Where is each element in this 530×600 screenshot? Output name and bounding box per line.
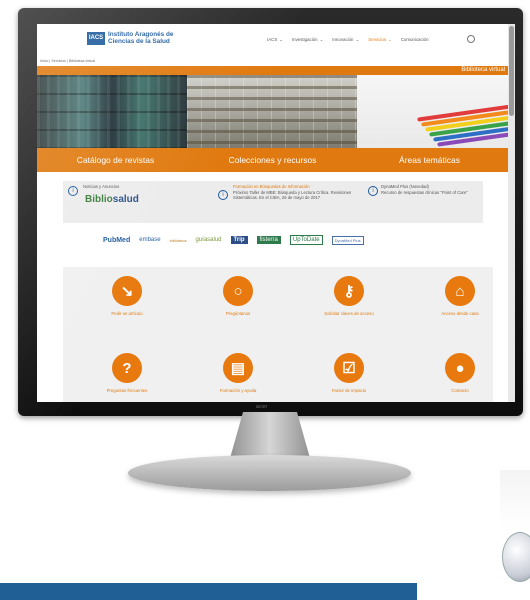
news-text: Recurso de respuestas clínicas "Point of… [381, 189, 468, 195]
news-col-announcements: Noticias y Anuncios [83, 184, 119, 190]
uptodate-logo[interactable]: UpToDate [289, 235, 323, 245]
home-icon: ⌂ [445, 276, 475, 306]
dynamed-logo[interactable]: DynaMed Plus [331, 235, 364, 245]
site-logo[interactable]: IACS Instituto Aragonés de Ciencias de l… [87, 31, 188, 45]
tile-solicitar-claves[interactable]: ⚷ Solicitar claves de acceso [299, 276, 399, 316]
section-title: Biblioteca virtual [461, 67, 505, 73]
tile-label: Formación y ayuda [219, 388, 257, 393]
services-panel: ↘ Pedir un artículo ○ Pregúntanos ⚷ Soli… [63, 267, 493, 402]
speech-bubble-icon: ○ [223, 276, 253, 306]
tile-label: Pedir un artículo [111, 311, 143, 316]
search-icon[interactable] [467, 35, 475, 43]
external-link-icon: ↘ [112, 276, 142, 306]
tile-label: Contacto [451, 388, 469, 393]
nav-item-iacs[interactable]: IACS [267, 37, 277, 43]
bibliosalud-logo[interactable]: Bibliosalud [85, 194, 139, 205]
category-bar: Catálogo de revistas Colecciones y recur… [37, 148, 508, 172]
trip-logo[interactable]: Trip [230, 236, 248, 244]
site-header: IACS Instituto Aragonés de Ciencias de l… [37, 24, 508, 58]
document-icon: ▤ [223, 353, 253, 383]
pubmed-logo[interactable]: PubMed [103, 237, 130, 244]
tile-formacion-ayuda[interactable]: ▤ Formación y ayuda [188, 353, 288, 393]
main-nav: IACS ⌄ Investigación ⌄ Innovación ⌄ Servici… [267, 37, 429, 43]
nav-item-comunicacion[interactable]: Comunicación [401, 37, 429, 43]
logo-name: Instituto Aragonés de Ciencias de la Sal… [108, 31, 174, 45]
info-icon: i [218, 190, 228, 200]
fisterra-logo[interactable]: fisterra [256, 236, 281, 244]
info-icon: i [368, 186, 378, 196]
tile-preguntanos[interactable]: ○ Pregúntanos [188, 276, 288, 316]
monitor-neck [229, 412, 311, 460]
news-text: Próximo Taller de MBE: Búsqueda y Lectur… [233, 189, 352, 201]
news-col-dynamed: DynaMed Plus (Novedad) Recurso de respue… [381, 184, 481, 195]
category-catalogo-revistas[interactable]: Catálogo de revistas [37, 148, 194, 172]
nav-item-investigacion[interactable]: Investigación [292, 37, 318, 43]
question-icon: ? [112, 353, 142, 383]
scroll-thumb[interactable] [509, 26, 514, 116]
hero-banner [37, 75, 515, 148]
news-col-training: Formación en Búsquedas de Información Pr… [233, 184, 353, 201]
category-colecciones-recursos[interactable]: Colecciones y recursos [194, 148, 351, 172]
scrollbar[interactable] [508, 24, 515, 402]
section-title-bar: Biblioteca virtual [37, 66, 508, 75]
embase-logo[interactable]: embase [139, 237, 160, 243]
banner-image-pencils [357, 75, 515, 148]
category-areas-tematicas[interactable]: Áreas temáticas [351, 148, 508, 172]
monitor-base [128, 455, 411, 491]
nav-item-innovacion[interactable]: Innovación [332, 37, 353, 43]
nav-item-servicios[interactable]: Servicios [368, 37, 386, 43]
tile-label: Factor de impacto [331, 388, 367, 393]
info-icon: i [68, 186, 78, 196]
breadcrumb[interactable]: Inicio | Servicios | Biblioteca virtual [40, 59, 95, 63]
guiasalud-logo[interactable]: guíasalud [196, 237, 222, 243]
monitor-screen: IACS Instituto Aragonés de Ciencias de l… [37, 24, 515, 402]
bottom-blue-bar [0, 583, 417, 600]
tile-label: Acceso desde casa [441, 311, 479, 316]
tile-label: Solicitar claves de acceso [324, 311, 374, 316]
tile-contacto[interactable]: ● Contacto [410, 353, 510, 393]
monitor-brand: acer [256, 404, 268, 410]
background-glass [500, 470, 530, 530]
tile-label: Preguntas frecuentes [106, 388, 148, 393]
computer-mouse [502, 532, 530, 582]
key-icon: ⚷ [334, 276, 364, 306]
tile-acceso-casa[interactable]: ⌂ Acceso desde casa [410, 276, 510, 316]
tile-preguntas-frecuentes[interactable]: ? Preguntas frecuentes [77, 353, 177, 393]
tile-label: Pregúntanos [225, 311, 251, 316]
resource-logos: PubMed embase biblioteca guíasalud Trip … [103, 235, 364, 245]
banner-image-journals [37, 75, 187, 148]
news-title[interactable]: Noticias y Anuncios [83, 184, 119, 190]
biblioteca-logo[interactable]: biblioteca [170, 238, 187, 243]
logo-mark: IACS [87, 31, 105, 45]
tile-pedir-articulo[interactable]: ↘ Pedir un artículo [77, 276, 177, 316]
banner-image-library [187, 75, 357, 148]
tile-factor-impacto[interactable]: ☑ Factor de impacto [299, 353, 399, 393]
person-icon: ● [445, 353, 475, 383]
checkbox-icon: ☑ [334, 353, 364, 383]
news-panel: i Noticias y Anuncios Bibliosalud i Form… [63, 181, 483, 223]
